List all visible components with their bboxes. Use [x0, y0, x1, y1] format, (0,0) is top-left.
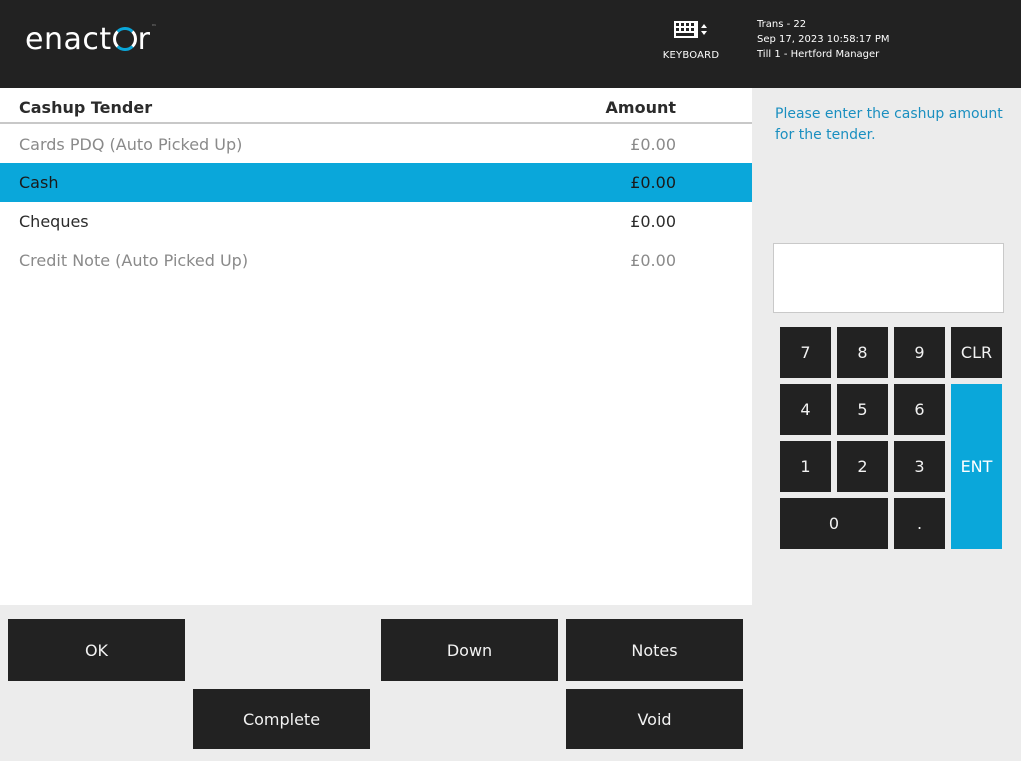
header-bar: enact r ™ KEYBOARD Trans - 22 Sep 17, 202…: [0, 0, 1021, 88]
keyboard-label: KEYBOARD: [662, 50, 720, 61]
tender-amount: £0.00: [630, 212, 676, 231]
tender-row-cards-pdq[interactable]: Cards PDQ (Auto Picked Up) £0.00: [0, 125, 752, 164]
tender-row-cash[interactable]: Cash £0.00: [0, 163, 752, 202]
tender-name: Credit Note (Auto Picked Up): [19, 251, 249, 270]
transaction-datetime: Sep 17, 2023 10:58:17 PM: [757, 34, 890, 45]
enactor-logo: enact r ™: [25, 20, 156, 60]
amount-entry-field[interactable]: [773, 243, 1004, 313]
transaction-number: Trans - 22: [757, 19, 807, 30]
keypad-3[interactable]: 3: [894, 441, 945, 492]
column-header-amount: Amount: [605, 98, 676, 117]
keypad-4[interactable]: 4: [780, 384, 831, 435]
keypad-clear[interactable]: CLR: [951, 327, 1002, 378]
tender-row-cheques[interactable]: Cheques £0.00: [0, 202, 752, 241]
tender-row-credit-note[interactable]: Credit Note (Auto Picked Up) £0.00: [0, 241, 752, 280]
keypad-6[interactable]: 6: [894, 384, 945, 435]
tender-name: Cheques: [19, 212, 89, 231]
keypad-9[interactable]: 9: [894, 327, 945, 378]
logo-refresh-icon: [112, 27, 137, 51]
keypad-7[interactable]: 7: [780, 327, 831, 378]
ok-button[interactable]: OK: [8, 619, 185, 681]
instruction-prompt: Please enter the cashup amount for the t…: [775, 106, 1003, 143]
complete-button[interactable]: Complete: [193, 689, 370, 749]
keypad-2[interactable]: 2: [837, 441, 888, 492]
notes-button[interactable]: Notes: [566, 619, 743, 681]
keypad-decimal[interactable]: .: [894, 498, 945, 549]
keypad-0[interactable]: 0: [780, 498, 888, 549]
logo-trademark: ™: [151, 24, 157, 30]
logo-text-part: r: [137, 22, 151, 57]
table-header: Cashup Tender Amount: [0, 88, 752, 124]
down-button[interactable]: Down: [381, 619, 558, 681]
column-header-tender: Cashup Tender: [19, 98, 153, 117]
keypad-enter[interactable]: ENT: [951, 384, 1002, 549]
transaction-info: Trans - 22 Sep 17, 2023 10:58:17 PM Till…: [757, 17, 890, 62]
tender-table: Cashup Tender Amount Cards PDQ (Auto Pic…: [0, 88, 752, 605]
till-operator: Till 1 - Hertford Manager: [757, 49, 880, 60]
logo-text-part: enact: [25, 22, 112, 57]
tender-amount: £0.00: [630, 251, 676, 270]
keypad-5[interactable]: 5: [837, 384, 888, 435]
tender-amount: £0.00: [630, 173, 676, 192]
void-button[interactable]: Void: [566, 689, 743, 749]
tender-name: Cards PDQ (Auto Picked Up): [19, 135, 243, 154]
keypad-8[interactable]: 8: [837, 327, 888, 378]
tender-amount: £0.00: [630, 135, 676, 154]
keypad-1[interactable]: 1: [780, 441, 831, 492]
tender-name: Cash: [19, 173, 59, 192]
keyboard-icon: [674, 20, 708, 40]
keyboard-button[interactable]: KEYBOARD: [655, 20, 727, 70]
